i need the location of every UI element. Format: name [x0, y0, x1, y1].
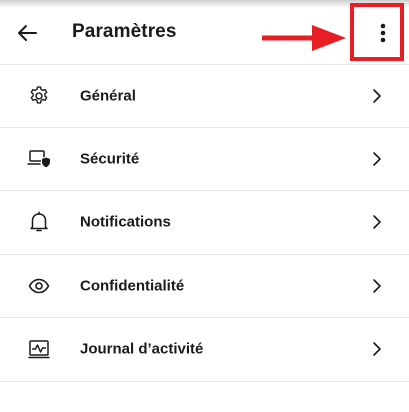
chevron-right-icon [373, 151, 381, 166]
bell-icon [30, 211, 48, 232]
chevron-right-icon [373, 215, 381, 230]
settings-item-privacy[interactable]: Confidentialité [0, 255, 409, 318]
settings-item-security[interactable]: Sécurité [0, 128, 409, 191]
more-options-button[interactable] [372, 20, 394, 46]
settings-item-notifications[interactable]: Notifications [0, 191, 409, 255]
settings-item-label: Journal d’activité [80, 340, 204, 358]
more-vertical-icon [380, 23, 386, 43]
chevron-right-icon [373, 278, 381, 293]
settings-item-label: Sécurité [80, 150, 140, 168]
arrow-left-icon [18, 25, 37, 41]
activity-log-icon [28, 340, 50, 359]
page-title: Paramètres [72, 21, 177, 42]
settings-screen: Paramètres Général Sécurité Notification… [0, 0, 409, 412]
back-button[interactable] [14, 20, 40, 46]
settings-item-general[interactable]: Général [0, 64, 409, 128]
settings-item-label: Général [80, 87, 136, 105]
gear-icon [30, 86, 48, 104]
settings-item-label: Notifications [80, 213, 171, 231]
app-header: Paramètres [0, 0, 409, 66]
chevron-right-icon [373, 342, 381, 357]
settings-item-activity-log[interactable]: Journal d’activité [0, 318, 409, 382]
settings-list: Général Sécurité Notifications Confident… [0, 64, 409, 382]
laptop-shield-icon [27, 150, 51, 169]
annotation-arrow-icon [262, 25, 346, 51]
eye-icon [28, 278, 50, 294]
settings-item-label: Confidentialité [80, 277, 185, 295]
chevron-right-icon [373, 88, 381, 103]
